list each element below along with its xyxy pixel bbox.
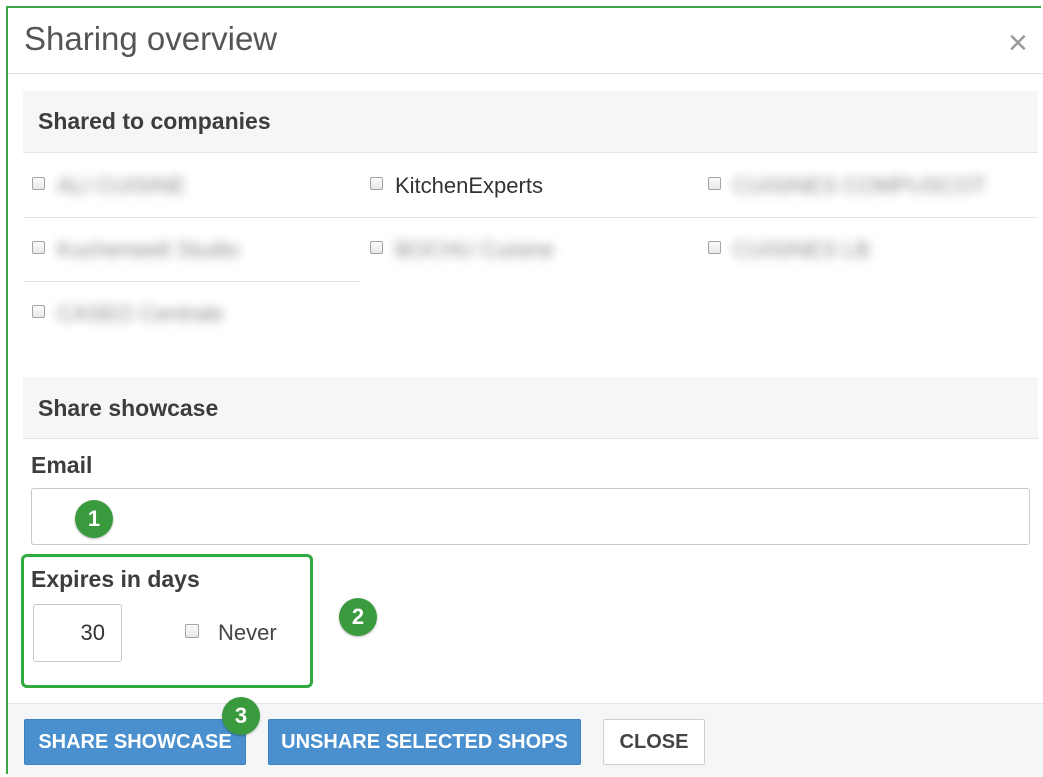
unshare-selected-shops-button[interactable]: UNSHARE SELECTED SHOPS (268, 719, 581, 765)
never-label: Never (218, 620, 277, 645)
header-divider (8, 73, 1043, 74)
dialog-title: Sharing overview (24, 20, 278, 57)
company-item[interactable]: KitchenExperts (361, 154, 699, 218)
company-checkbox[interactable] (708, 177, 721, 190)
expires-label: Expires in days (31, 566, 200, 592)
close-icon[interactable]: × (1008, 26, 1028, 60)
step-badge-3: 3 (222, 697, 260, 735)
company-checkbox[interactable] (708, 241, 721, 254)
company-checkbox[interactable] (370, 177, 383, 190)
companies-section-heading: Shared to companies (23, 91, 1038, 153)
showcase-section-heading: Share showcase (23, 377, 1038, 439)
company-item[interactable]: CUISINES LB (699, 218, 1037, 282)
company-label: CUISINES COMPUSCOT (733, 173, 987, 198)
email-label: Email (31, 452, 93, 478)
company-label: BOCHU Cuisine (395, 237, 554, 262)
company-checkbox[interactable] (32, 241, 45, 254)
step-badge-1: 1 (75, 500, 113, 538)
company-label: CUISINES LB (733, 237, 870, 262)
company-item[interactable]: BOCHU Cuisine (361, 218, 699, 282)
company-item[interactable]: Kuchenwelt Studio (23, 218, 361, 282)
company-checkbox[interactable] (32, 305, 45, 318)
never-checkbox[interactable] (185, 624, 199, 638)
step-badge-2: 2 (339, 598, 377, 636)
company-item[interactable]: ALI CUISINE (23, 154, 361, 218)
share-showcase-button[interactable]: SHARE SHOWCASE (24, 719, 246, 765)
company-label: ALI CUISINE (57, 173, 186, 198)
company-item[interactable]: CUISINES COMPUSCOT (699, 154, 1037, 218)
company-checkbox[interactable] (370, 241, 383, 254)
close-button[interactable]: CLOSE (603, 719, 705, 765)
company-item[interactable]: CASEO Centrale (23, 282, 361, 346)
expires-days-input[interactable] (33, 604, 122, 662)
company-label: Kuchenwelt Studio (57, 237, 240, 262)
company-label: CASEO Centrale (57, 301, 224, 326)
company-checkbox[interactable] (32, 177, 45, 190)
company-label: KitchenExperts (395, 173, 543, 198)
email-input[interactable] (31, 488, 1030, 545)
